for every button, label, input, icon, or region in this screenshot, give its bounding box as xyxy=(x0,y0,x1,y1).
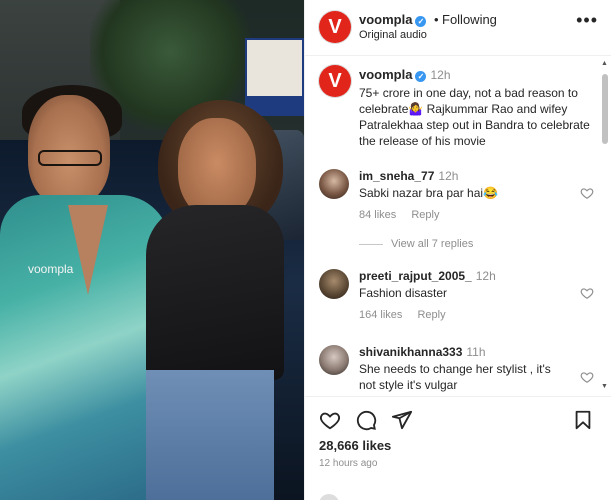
author-avatar[interactable]: V xyxy=(319,11,351,43)
comment-time: 12h xyxy=(475,269,496,283)
comment-likes[interactable]: 84 likes xyxy=(359,209,396,221)
username-text: im_sneha_77 xyxy=(359,169,435,183)
commenter-username[interactable]: im_sneha_77 12h xyxy=(359,169,458,183)
heart-icon[interactable] xyxy=(580,186,594,200)
person-jeans xyxy=(146,370,274,500)
more-icon[interactable]: ••• xyxy=(576,11,598,29)
reply-button[interactable]: Reply xyxy=(411,209,439,221)
username-text: voompla xyxy=(359,67,413,82)
share-icon[interactable] xyxy=(391,409,413,431)
audio-link[interactable]: Original audio xyxy=(359,29,427,41)
username-text: voompla xyxy=(359,12,413,27)
commenter-avatar[interactable] xyxy=(319,345,349,375)
verified-icon: ✓ xyxy=(415,71,427,82)
scroll-up-icon[interactable]: ▲ xyxy=(601,60,608,67)
commenter-username[interactable]: shivanikhanna333 11h xyxy=(359,345,486,359)
comment-meta: 84 likes Reply xyxy=(359,209,451,221)
replies-divider xyxy=(359,243,383,245)
view-replies-button[interactable]: View all 7 replies xyxy=(359,238,473,250)
avatar-letter: V xyxy=(328,69,342,92)
heart-icon[interactable] xyxy=(319,409,341,431)
commenter-avatar[interactable] xyxy=(319,269,349,299)
comment-time: 12h xyxy=(438,169,459,183)
username-text: shivanikhanna333 xyxy=(359,345,463,359)
background-poster xyxy=(245,38,304,116)
bookmark-icon[interactable] xyxy=(572,409,594,431)
media-watermark: voompla xyxy=(28,262,74,276)
comments-scrollbar[interactable]: ▲ ▼ xyxy=(601,60,608,390)
comment-icon[interactable] xyxy=(355,409,377,431)
post-media[interactable]: voompla xyxy=(0,0,304,500)
caption-avatar[interactable]: V xyxy=(319,65,351,97)
avatar-letter: V xyxy=(328,15,342,38)
separator-dot: • xyxy=(434,12,439,27)
person-top xyxy=(146,205,284,380)
comment-likes[interactable]: 164 likes xyxy=(359,309,402,321)
comments-list[interactable]: V voompla ✓ 12h 75+ crore in one day, not … xyxy=(305,57,611,395)
comment-meta: 164 likes Reply xyxy=(359,309,458,321)
author-username[interactable]: voompla ✓ xyxy=(359,12,427,27)
username-text: preeti_rajput_2005_ xyxy=(359,269,472,283)
glasses xyxy=(38,150,102,166)
person-face xyxy=(178,118,256,218)
commenter-username[interactable]: preeti_rajput_2005_ 12h xyxy=(359,269,496,283)
post-actions: 28,666 likes 12 hours ago xyxy=(305,396,611,500)
view-replies-text: View all 7 replies xyxy=(391,238,474,250)
reply-button[interactable]: Reply xyxy=(417,309,445,321)
scroll-down-icon[interactable]: ▼ xyxy=(601,383,608,390)
caption-time: 12h xyxy=(430,68,451,82)
scroll-thumb[interactable] xyxy=(602,74,608,144)
heart-icon[interactable] xyxy=(580,370,594,384)
avatar xyxy=(319,494,339,500)
post-time-ago: 12 hours ago xyxy=(319,458,378,469)
comment-text: Fashion disaster xyxy=(359,286,448,300)
commenter-avatar[interactable] xyxy=(319,169,349,199)
likes-count[interactable]: 28,666 likes xyxy=(319,438,391,453)
post-panel: V voompla ✓ • Following Original audio ••… xyxy=(304,0,611,500)
post-header: V voompla ✓ • Following Original audio ••… xyxy=(305,0,611,56)
comment-text: Sabki nazar bra par hai😂 xyxy=(359,186,499,200)
caption-username[interactable]: voompla ✓ 12h xyxy=(359,67,451,82)
caption-text: 75+ crore in one day, not a bad reason t… xyxy=(359,86,590,148)
verified-icon: ✓ xyxy=(415,16,427,27)
heart-icon[interactable] xyxy=(580,286,594,300)
following-button[interactable]: Following xyxy=(442,12,497,27)
comment-text: She needs to change her stylist , it's n… xyxy=(359,362,551,392)
comment-time: 11h xyxy=(466,345,486,359)
